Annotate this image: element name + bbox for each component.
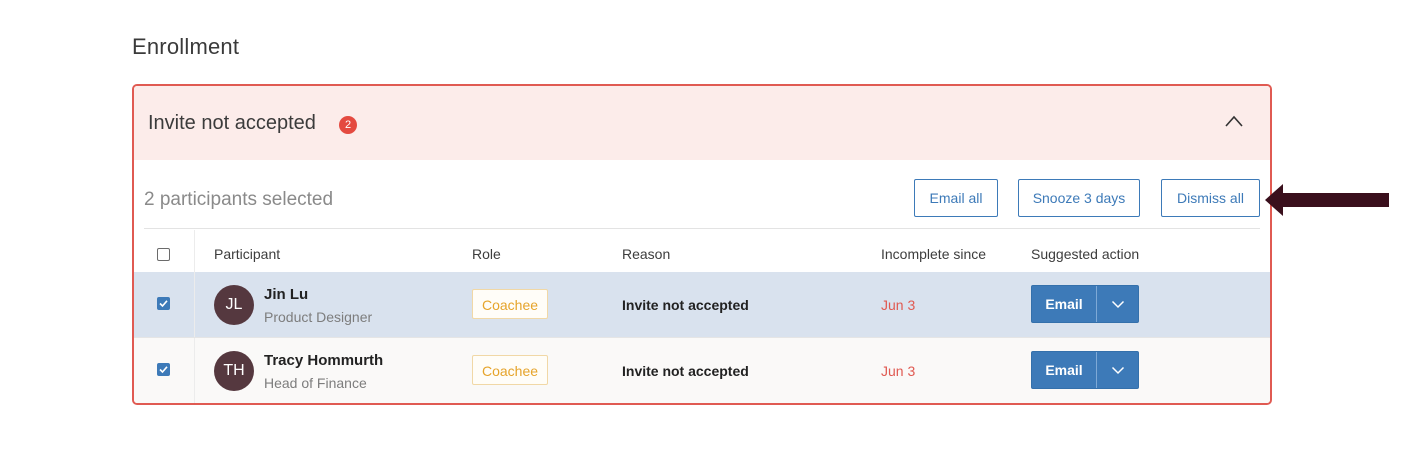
page-title: Enrollment	[132, 34, 240, 59]
participant-title: Product Designer	[264, 309, 373, 325]
divider	[144, 228, 1260, 229]
role-tag: Coachee	[472, 355, 548, 385]
participant-title: Head of Finance	[264, 375, 367, 391]
row-checkbox[interactable]	[157, 363, 170, 376]
column-separator	[194, 230, 195, 272]
email-button[interactable]: Email	[1032, 352, 1096, 388]
invite-not-accepted-panel: Invite not accepted 2 2 participants sel…	[132, 84, 1272, 405]
dismiss-all-button[interactable]: Dismiss all	[1161, 179, 1260, 217]
avatar: TH	[214, 351, 254, 391]
column-header-reason: Reason	[622, 246, 671, 262]
checkmark-icon	[159, 366, 168, 374]
snooze-button[interactable]: Snooze 3 days	[1018, 179, 1140, 217]
count-badge: 2	[339, 116, 357, 134]
chevron-down-icon	[1111, 300, 1124, 308]
selection-summary: 2 participants selected	[144, 189, 334, 210]
chevron-up-icon[interactable]	[1224, 114, 1244, 128]
reason-text: Invite not accepted	[622, 363, 749, 379]
incomplete-since-date: Jun 3	[881, 297, 916, 313]
reason-text: Invite not accepted	[622, 297, 749, 313]
select-all-checkbox[interactable]	[157, 248, 170, 261]
panel-header[interactable]: Invite not accepted 2	[134, 86, 1270, 160]
column-separator	[194, 272, 195, 337]
email-all-button[interactable]: Email all	[914, 179, 998, 217]
checkmark-icon	[159, 300, 168, 308]
participant-name[interactable]: Tracy Hommurth	[264, 352, 383, 369]
incomplete-since-date: Jun 3	[881, 363, 916, 379]
column-header-role: Role	[472, 246, 501, 262]
role-tag: Coachee	[472, 289, 548, 319]
participant-name[interactable]: Jin Lu	[264, 286, 308, 303]
table-header: Participant Role Reason Incomplete since…	[134, 230, 1270, 272]
email-dropdown-button[interactable]	[1096, 352, 1138, 388]
arrow-left-icon	[1265, 184, 1389, 216]
row-checkbox[interactable]	[157, 297, 170, 310]
column-header-participant: Participant	[214, 246, 281, 262]
panel-title: Invite not accepted	[148, 112, 316, 134]
table-row[interactable]: TH Tracy Hommurth Head of Finance Coache…	[134, 338, 1270, 403]
avatar: JL	[214, 285, 254, 325]
chevron-down-icon	[1111, 366, 1124, 374]
email-dropdown-button[interactable]	[1096, 286, 1138, 322]
email-button[interactable]: Email	[1032, 286, 1096, 322]
table-row[interactable]: JL Jin Lu Product Designer Coachee Invit…	[134, 272, 1270, 337]
email-split-button: Email	[1031, 285, 1139, 323]
column-header-suggested-action: Suggested action	[1031, 246, 1140, 262]
column-separator	[194, 338, 195, 403]
column-header-incomplete-since: Incomplete since	[881, 246, 987, 262]
email-split-button: Email	[1031, 351, 1139, 389]
